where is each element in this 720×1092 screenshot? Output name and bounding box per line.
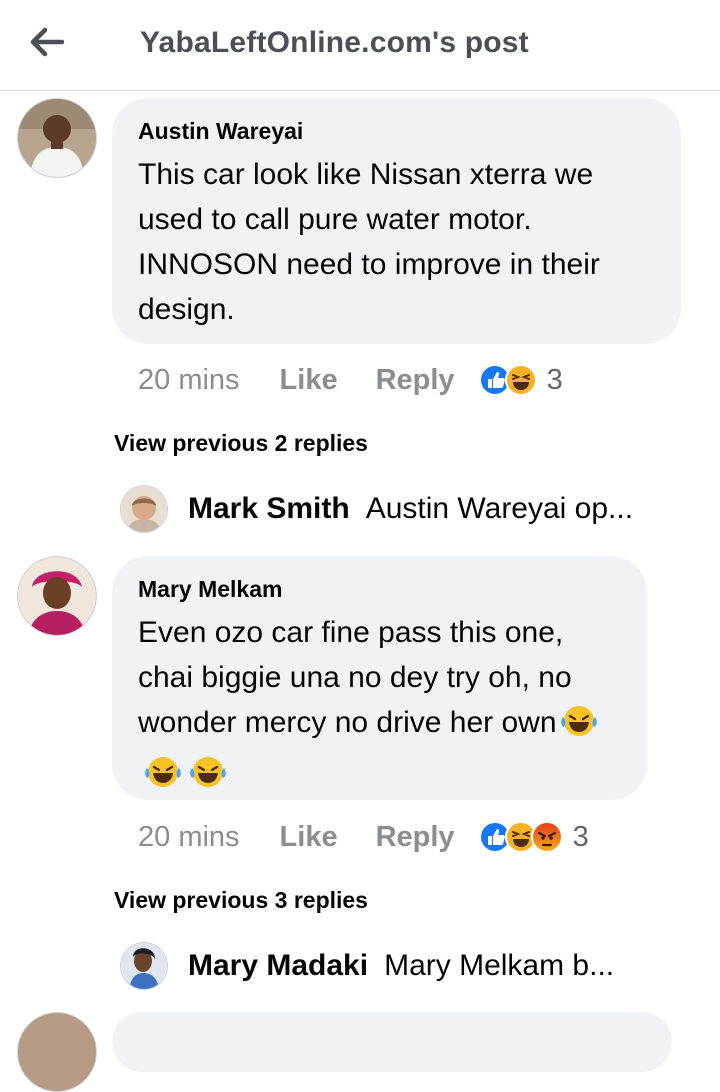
reaction-summary[interactable]: 3 — [478, 363, 563, 397]
reply-button[interactable]: Reply — [376, 821, 455, 854]
avatar[interactable] — [120, 942, 168, 990]
page-title: YabaLeftOnline.com's post — [140, 26, 529, 59]
reply-preview[interactable]: Mary Madaki Mary Melkam b... — [120, 941, 700, 991]
avatar[interactable] — [120, 485, 168, 533]
rofl-emoji-icon — [140, 755, 186, 802]
reply-preview[interactable]: Mark Smith Austin Wareyai op... — [120, 484, 700, 534]
reply-text: Austin Wareyai op... — [365, 492, 634, 525]
comment-author[interactable]: Mary Melkam — [138, 576, 282, 603]
comment-bubble[interactable]: Mary Melkam Even ozo car fine pass this … — [112, 556, 647, 800]
comment-meta: 20 mins Like Reply 3 — [138, 360, 563, 400]
comment-text-body: Even ozo car fine pass this one, chai bi… — [138, 616, 572, 739]
post-header: YabaLeftOnline.com's post — [0, 0, 720, 91]
comment-bubble[interactable] — [112, 1012, 672, 1072]
reply-button[interactable]: Reply — [376, 364, 455, 397]
back-button[interactable] — [22, 22, 72, 62]
view-previous-replies[interactable]: View previous 3 replies — [114, 887, 368, 914]
rofl-emoji-icon — [188, 755, 228, 802]
comment-author[interactable]: Austin Wareyai — [138, 118, 303, 145]
haha-reaction-icon — [504, 364, 537, 396]
comment-bubble[interactable]: Austin Wareyai This car look like Nissan… — [112, 98, 681, 344]
comment-time[interactable]: 20 mins — [138, 821, 240, 854]
reaction-count: 3 — [572, 820, 589, 853]
avatar[interactable] — [17, 556, 97, 636]
comment-meta: 20 mins Like Reply 3 — [138, 817, 589, 857]
like-button[interactable]: Like — [280, 821, 338, 854]
reply-author[interactable]: Mark Smith — [188, 492, 350, 526]
comment-text: This car look like Nissan xterra we used… — [138, 158, 600, 326]
reaction-count: 3 — [546, 363, 563, 396]
avatar[interactable] — [17, 1012, 97, 1092]
avatar[interactable] — [17, 98, 97, 178]
arrow-left-icon — [30, 27, 65, 57]
comment-time[interactable]: 20 mins — [138, 364, 240, 397]
view-previous-replies[interactable]: View previous 2 replies — [114, 430, 368, 457]
reply-author[interactable]: Mary Madaki — [188, 949, 368, 983]
comment-text: Even ozo car fine pass this one, chai bi… — [138, 610, 625, 802]
reply-text: Mary Melkam b... — [384, 949, 615, 982]
reaction-summary[interactable]: 3 — [478, 820, 589, 854]
like-button[interactable]: Like — [280, 364, 338, 397]
rofl-emoji-icon — [559, 704, 599, 751]
angry-reaction-icon — [530, 821, 563, 853]
